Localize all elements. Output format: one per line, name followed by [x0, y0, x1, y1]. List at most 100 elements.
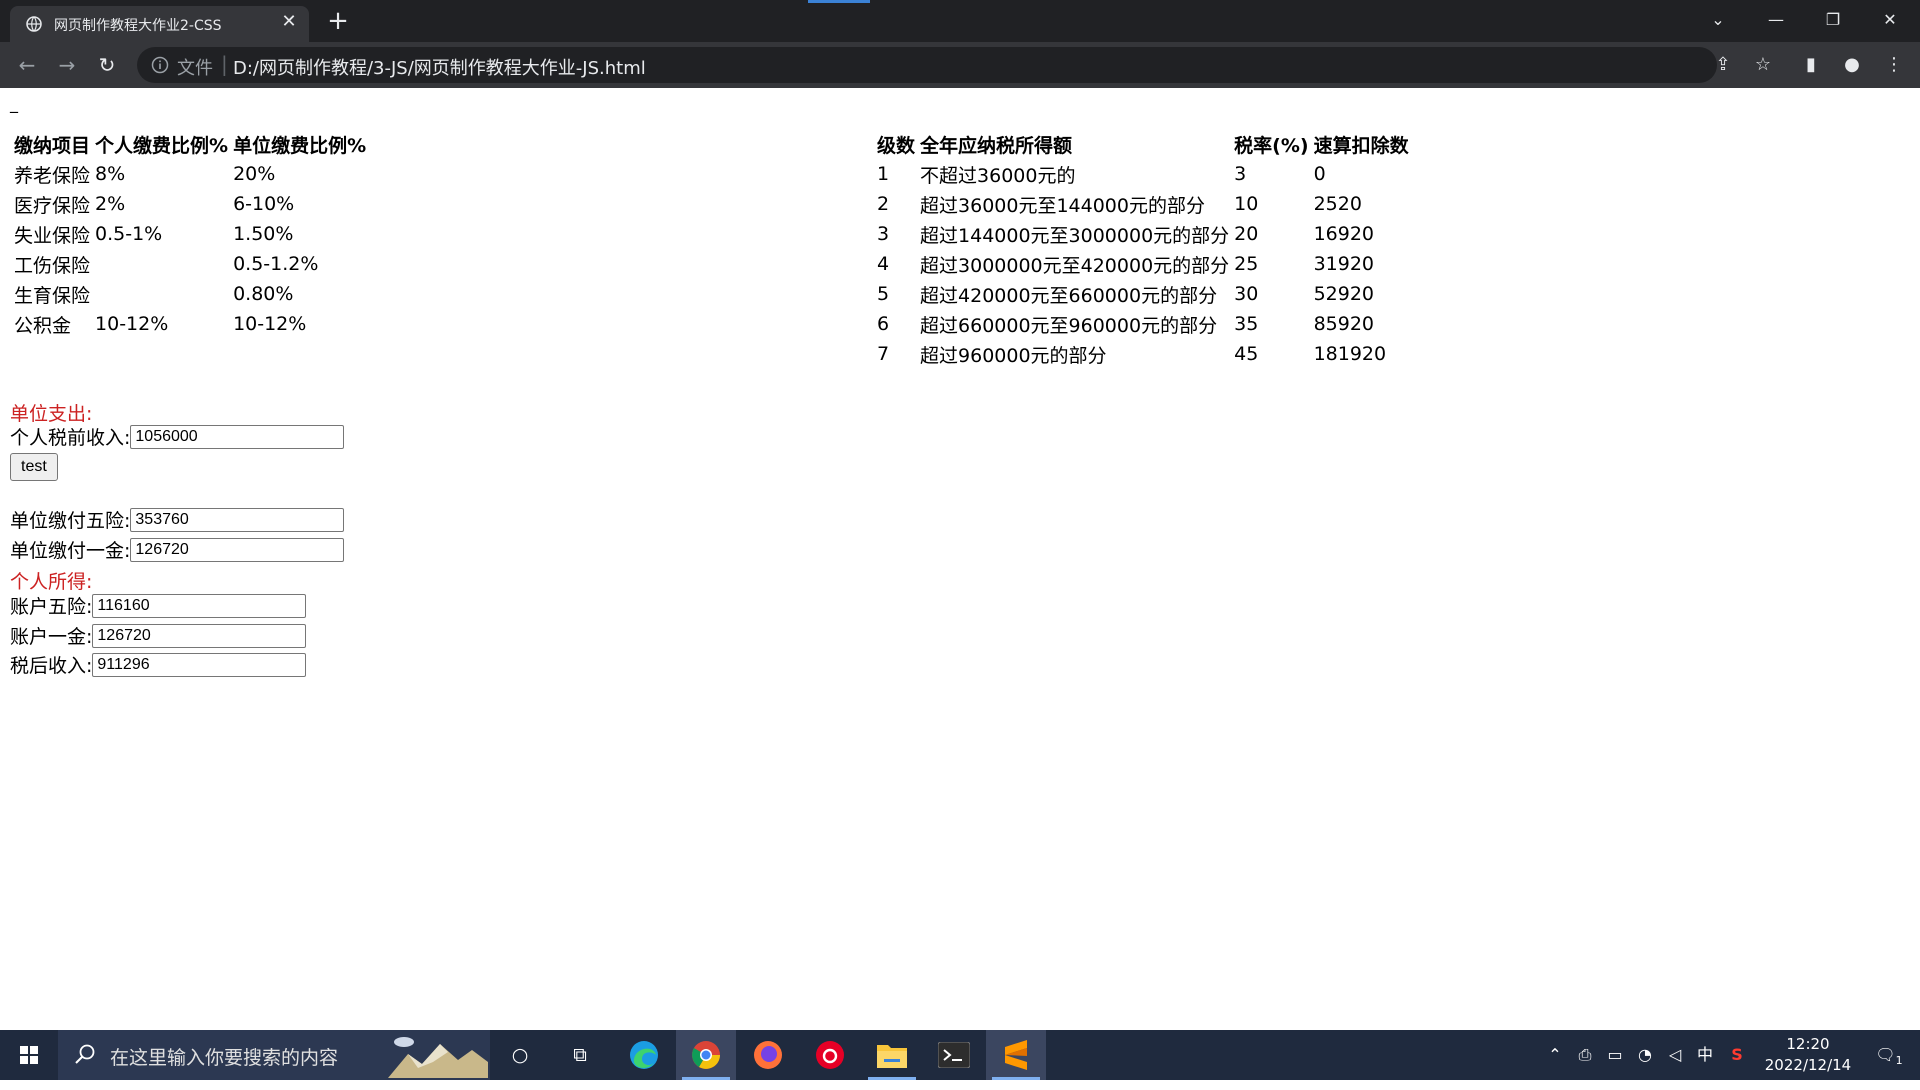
tab-strip-indicator: [808, 0, 870, 3]
table-cell: 超过660000元至960000元的部分: [920, 314, 1218, 337]
table-cell: 2: [877, 193, 890, 215]
tab-search-icon[interactable]: ⌄: [1690, 0, 1746, 40]
close-window-button[interactable]: ✕: [1862, 0, 1918, 40]
edge-browser-icon[interactable]: [614, 1030, 674, 1080]
task-view-icon[interactable]: ⧉: [550, 1030, 610, 1080]
windows-start-icon[interactable]: [0, 1030, 58, 1080]
battery-icon[interactable]: ▭: [1600, 1030, 1630, 1080]
firefox-icon[interactable]: [738, 1030, 798, 1080]
table-cell: 2520: [1313, 193, 1362, 215]
chrome-browser-icon[interactable]: [676, 1030, 736, 1080]
table-cell: 0.5-1%: [95, 223, 163, 245]
table-cell: 超过36000元至144000元的部分: [920, 194, 1205, 217]
browser-tab[interactable]: 网页制作教程大作业2-CSS ✕: [10, 6, 309, 42]
column-header: 单位缴费比例%: [233, 134, 367, 157]
table-cell: 0: [1313, 163, 1326, 185]
browser-tab-bar: 网页制作教程大作业2-CSS ✕ + ⌄ — ❐ ✕: [0, 0, 1920, 42]
share-icon[interactable]: ⇪: [1711, 53, 1735, 77]
taskbar-search-box[interactable]: 在这里输入你要搜索的内容: [58, 1030, 490, 1080]
account-housing-fund-input[interactable]: [92, 623, 307, 648]
table-cell: 不超过36000元的: [920, 164, 1076, 187]
table-row: 养老保险 8% 20%: [13, 160, 367, 188]
firefox-logo: [754, 1041, 782, 1069]
bookmark-star-icon[interactable]: ☆: [1751, 53, 1775, 77]
table-header-row: 级数 全年应纳税所得额 税率(%) 速算扣除数: [876, 130, 1410, 158]
table-cell: 45: [1234, 343, 1259, 365]
table-row: 公积金 10-12% 10-12%: [13, 310, 367, 338]
unit-five-insurance-input[interactable]: [130, 507, 345, 532]
tab-close-icon[interactable]: ✕: [279, 12, 299, 32]
unit-expenditure-heading: 单位支出:: [10, 403, 93, 425]
table-cell: 超过420000元至660000元的部分: [920, 284, 1218, 307]
table-cell: 养老保险: [14, 164, 91, 187]
clock-time: 12:20: [1786, 1035, 1830, 1053]
back-icon[interactable]: ←: [13, 51, 41, 79]
onedrive-sync-icon[interactable]: ⎙: [1570, 1030, 1600, 1080]
table-cell: 0.80%: [233, 283, 294, 305]
table-cell: 1.50%: [233, 223, 294, 245]
after-tax-income-input[interactable]: [92, 652, 307, 677]
table-cell: 16920: [1313, 223, 1375, 245]
new-tab-button[interactable]: +: [324, 8, 352, 36]
system-clock[interactable]: 12:20 2022/12/14: [1760, 1034, 1856, 1076]
address-bar[interactable]: 文件 | D:/网页制作教程/3-JS/网页制作教程大作业-JS.html: [137, 47, 1717, 83]
table-cell: 2%: [95, 193, 126, 215]
sogou-input-icon[interactable]: S: [1722, 1030, 1752, 1080]
table-row: 失业保险 0.5-1% 1.50%: [13, 220, 367, 248]
table-row: 工伤保险 0.5-1.2%: [13, 250, 367, 278]
task-view-circle-icon[interactable]: ○: [490, 1030, 550, 1080]
search-icon: [75, 1044, 95, 1064]
menu-kebab-icon[interactable]: ⋮: [1882, 53, 1906, 77]
edge-logo: [630, 1041, 658, 1069]
browser-toolbar: ← → ↻ 文件 | D:/网页制作教程/3-JS/网页制作教程大作业-JS.h…: [0, 42, 1920, 88]
table-cell: 生育保险: [14, 284, 91, 307]
globe-icon: [26, 16, 42, 32]
table-cell: 25: [1234, 253, 1259, 275]
file-explorer-icon[interactable]: [862, 1030, 922, 1080]
unit-five-insurance-row: 单位缴付五险:: [10, 506, 345, 533]
scheme-label: 文件: [177, 58, 213, 79]
table-cell: 超过144000元至3000000元的部分: [920, 224, 1230, 247]
table-cell: 10-12%: [233, 313, 307, 335]
restore-button[interactable]: ❐: [1805, 0, 1861, 40]
pretax-income-label: 个人税前收入:: [10, 427, 131, 449]
terminal-icon[interactable]: [924, 1030, 984, 1080]
side-panel-icon[interactable]: ▮: [1799, 53, 1823, 77]
table-header-row: 缴纳项目 个人缴费比例% 单位缴费比例%: [13, 130, 367, 158]
table-cell: 3: [1234, 163, 1247, 185]
table-cell: 工伤保险: [14, 254, 91, 277]
ime-indicator[interactable]: 中: [1690, 1030, 1720, 1080]
notification-bubble-icon: 🗨: [1875, 1045, 1896, 1064]
column-header: 税率(%): [1234, 134, 1309, 157]
table-cell: 35: [1234, 313, 1259, 335]
show-hidden-icons-chevron-icon[interactable]: ⌃: [1540, 1030, 1570, 1080]
notification-center-icon[interactable]: 🗨1: [1866, 1030, 1912, 1080]
table-cell: 20: [1234, 223, 1259, 245]
windows-taskbar: 在这里输入你要搜索的内容 ○ ⧉ ⌃ ⎙ ▭ ◔ ◁ 中 S 12:20 202…: [0, 1030, 1920, 1080]
minimize-button[interactable]: —: [1748, 0, 1804, 40]
insurance-rate-table: 缴纳项目 个人缴费比例% 单位缴费比例% 养老保险 8% 20% 医疗保险 2%…: [10, 128, 370, 340]
table-cell: 超过960000元的部分: [920, 344, 1107, 367]
column-header: 级数: [877, 134, 916, 157]
netease-music-icon[interactable]: [800, 1030, 860, 1080]
reload-icon[interactable]: ↻: [93, 51, 121, 79]
account-five-insurance-row: 账户五险:: [10, 592, 307, 619]
volume-icon[interactable]: ◁: [1660, 1030, 1690, 1080]
forward-icon[interactable]: →: [53, 51, 81, 79]
table-cell: 7: [877, 343, 890, 365]
after-tax-income-row: 税后收入:: [10, 651, 307, 678]
chrome-logo: [692, 1041, 720, 1069]
network-icon[interactable]: ◔: [1630, 1030, 1660, 1080]
table-cell: 公积金: [14, 314, 72, 337]
profile-icon[interactable]: ●: [1840, 53, 1864, 77]
table-cell: [94, 250, 229, 278]
test-button[interactable]: test: [10, 453, 58, 481]
url-text[interactable]: D:/网页制作教程/3-JS/网页制作教程大作业-JS.html: [233, 54, 646, 80]
unit-housing-fund-input[interactable]: [130, 537, 345, 562]
pretax-income-input[interactable]: [130, 424, 345, 449]
account-five-insurance-label: 账户五险:: [10, 596, 93, 618]
sublime-text-icon[interactable]: [986, 1030, 1046, 1080]
info-icon[interactable]: [151, 56, 169, 74]
address-separator: |: [221, 52, 228, 76]
account-five-insurance-input[interactable]: [92, 593, 307, 618]
